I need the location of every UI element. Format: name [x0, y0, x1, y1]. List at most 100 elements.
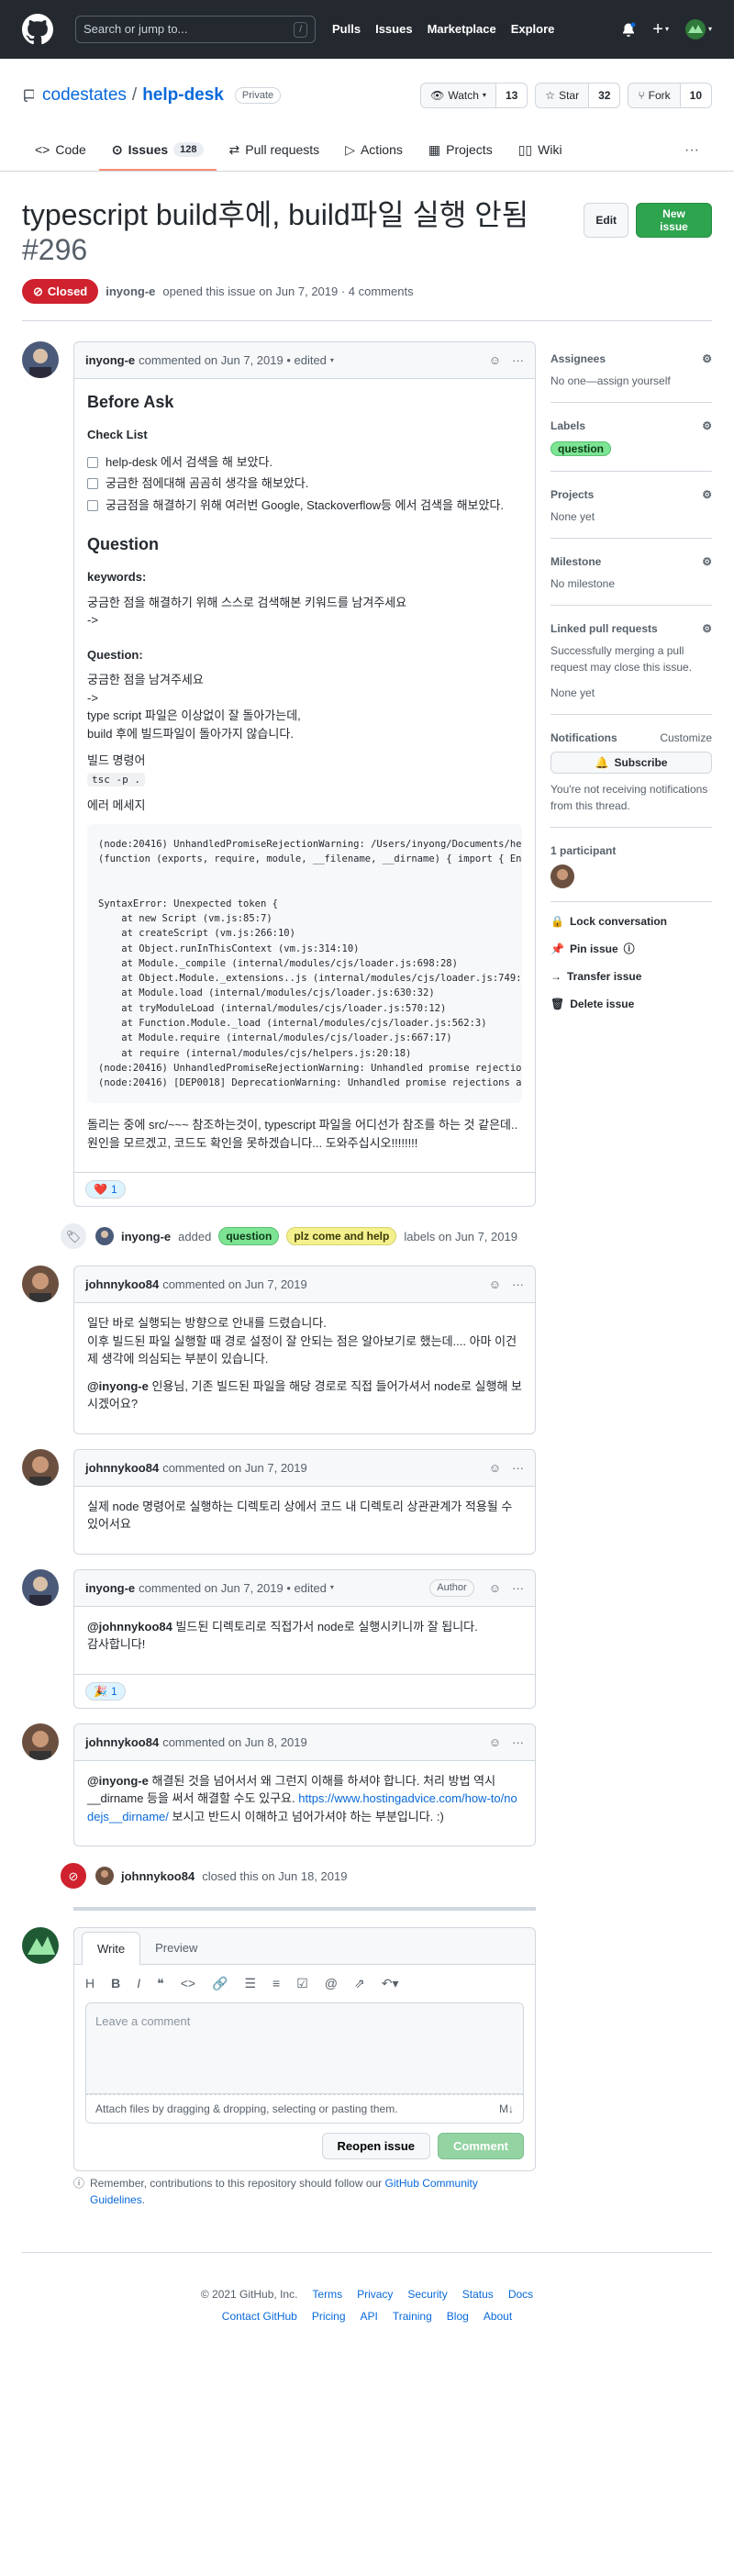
avatar[interactable]	[22, 1568, 59, 1606]
label-help[interactable]: plz come and help	[286, 1227, 397, 1246]
kebab-icon[interactable]: ···	[512, 1579, 524, 1598]
comment-meta[interactable]: commented on Jun 7, 2019 • edited	[139, 351, 327, 370]
footer-link[interactable]: Security	[407, 2286, 447, 2303]
nav-explore[interactable]: Explore	[511, 20, 555, 39]
reopen-issue-button[interactable]: Reopen issue	[321, 2133, 431, 2160]
more-tabs-icon[interactable]: ···	[672, 130, 712, 171]
tab-projects[interactable]: ▦ Projects	[416, 130, 506, 171]
kebab-icon[interactable]: ···	[512, 1734, 524, 1752]
tab-pull-requests[interactable]: ⇄ Pull requests	[217, 130, 333, 171]
gear-icon[interactable]: ⚙	[702, 553, 712, 570]
user-mention[interactable]: @inyong-e	[87, 1379, 149, 1393]
smiley-icon[interactable]: ☺	[489, 1459, 501, 1478]
quote-icon[interactable]: ❝	[157, 1974, 164, 1993]
footer-link[interactable]: About	[484, 2308, 512, 2325]
create-new-icon[interactable]: + ▾	[652, 20, 669, 39]
avatar[interactable]	[95, 1867, 114, 1886]
footer-link[interactable]: Contact GitHub	[222, 2308, 297, 2325]
avatar[interactable]	[22, 341, 59, 379]
comment-author[interactable]: inyong-e	[85, 1579, 135, 1598]
comment-meta[interactable]: commented on Jun 7, 2019	[162, 1276, 307, 1294]
search-input[interactable]: Search or jump to... /	[75, 16, 316, 43]
reaction-heart[interactable]: ❤️ 1	[85, 1180, 126, 1199]
footer-link[interactable]: API	[361, 2308, 378, 2325]
attach-files[interactable]: Attach files by dragging & dropping, sel…	[85, 2094, 524, 2124]
tab-wiki[interactable]: ▯▯ Wiki	[506, 130, 575, 171]
smiley-icon[interactable]: ☺	[489, 351, 501, 370]
italic-icon[interactable]: I	[137, 1974, 140, 1993]
avatar[interactable]	[22, 1927, 59, 1965]
cross-reference-icon[interactable]: ⇗	[354, 1974, 365, 1993]
comment-author[interactable]: inyong-e	[85, 351, 135, 370]
tab-actions[interactable]: ▷ Actions	[332, 130, 416, 171]
footer-link[interactable]: Status	[462, 2286, 494, 2303]
tab-issues[interactable]: ⊙ Issues 128	[98, 130, 217, 171]
user-mention[interactable]: @johnnykoo84	[87, 1620, 172, 1634]
watch-count[interactable]: 13	[495, 84, 528, 107]
smiley-icon[interactable]: ☺	[489, 1734, 501, 1752]
footer-link[interactable]: Blog	[447, 2308, 469, 2325]
assignees-text[interactable]: No one—assign yourself	[550, 373, 712, 389]
comment-meta[interactable]: commented on Jun 7, 2019	[162, 1459, 307, 1478]
bell-icon[interactable]	[621, 22, 636, 37]
fork-button[interactable]: ⑂ Fork 10	[628, 83, 712, 108]
user-mention[interactable]: @inyong-e	[87, 1774, 149, 1788]
transfer-issue[interactable]: → Transfer issue	[550, 963, 712, 990]
footer-link[interactable]: Docs	[508, 2286, 533, 2303]
link-icon[interactable]: 🔗	[212, 1974, 228, 1993]
github-logo-icon[interactable]	[22, 14, 53, 45]
unordered-list-icon[interactable]: ☰	[244, 1974, 256, 1993]
comment-author[interactable]: johnnykoo84	[85, 1459, 159, 1478]
comment-author[interactable]: johnnykoo84	[85, 1734, 159, 1752]
issue-author[interactable]: inyong-e	[106, 283, 155, 301]
footer-link[interactable]: Terms	[312, 2286, 342, 2303]
avatar[interactable]	[95, 1227, 114, 1246]
reaction-hooray[interactable]: 🎉 1	[85, 1681, 126, 1701]
ordered-list-icon[interactable]: ≡	[272, 1974, 280, 1993]
heading-icon[interactable]: H	[85, 1974, 95, 1993]
delete-issue[interactable]: 🗑 Delete issue	[550, 990, 712, 1018]
customize-link[interactable]: Customize	[660, 730, 712, 746]
avatar[interactable]	[22, 1448, 59, 1486]
subscribe-button[interactable]: 🔔 Subscribe	[550, 751, 712, 774]
tab-write[interactable]: Write	[82, 1931, 141, 1966]
avatar[interactable]	[550, 864, 574, 888]
comment-author[interactable]: johnnykoo84	[85, 1276, 159, 1294]
edit-title-button[interactable]: Edit	[584, 203, 629, 238]
code-icon[interactable]: <>	[181, 1974, 195, 1993]
nav-marketplace[interactable]: Marketplace	[428, 20, 496, 39]
label-question[interactable]: question	[550, 441, 611, 457]
label-question[interactable]: question	[218, 1227, 280, 1246]
lock-conversation[interactable]: 🔒 Lock conversation	[550, 908, 712, 935]
footer-link[interactable]: Privacy	[357, 2286, 393, 2303]
task-list-icon[interactable]: ☑	[296, 1974, 308, 1993]
comment-meta[interactable]: commented on Jun 8, 2019	[162, 1734, 307, 1752]
avatar[interactable]	[22, 1266, 59, 1303]
star-button[interactable]: ☆ Star 32	[535, 83, 621, 108]
repo-name-link[interactable]: help-desk	[142, 83, 224, 109]
event-author[interactable]: johnnykoo84	[121, 1868, 195, 1886]
gear-icon[interactable]: ⚙	[702, 620, 712, 637]
watch-button[interactable]: 👁 Watch ▾ 13	[420, 83, 528, 108]
reply-icon[interactable]: ↶▾	[382, 1974, 399, 1993]
comment-button[interactable]: Comment	[438, 2133, 524, 2160]
nav-issues[interactable]: Issues	[375, 20, 412, 39]
star-count[interactable]: 32	[589, 84, 620, 107]
kebab-icon[interactable]: ···	[512, 1276, 524, 1294]
kebab-icon[interactable]: ···	[512, 351, 524, 370]
footer-link[interactable]: Training	[393, 2308, 432, 2325]
smiley-icon[interactable]: ☺	[489, 1276, 501, 1294]
fork-count[interactable]: 10	[680, 84, 711, 107]
gear-icon[interactable]: ⚙	[702, 351, 712, 367]
comment-textarea[interactable]: Leave a comment	[85, 2002, 524, 2095]
tab-code[interactable]: <> Code	[22, 130, 99, 171]
gear-icon[interactable]: ⚙	[702, 418, 712, 434]
event-author[interactable]: inyong-e	[121, 1228, 171, 1246]
gear-icon[interactable]: ⚙	[702, 486, 712, 503]
pin-issue[interactable]: 📌 Pin issue ⓘ	[550, 935, 712, 963]
repo-owner-link[interactable]: codestates	[42, 83, 127, 109]
new-issue-button[interactable]: New issue	[636, 203, 712, 238]
user-menu[interactable]: ▾	[684, 19, 712, 39]
tab-preview[interactable]: Preview	[140, 1932, 212, 1965]
bold-icon[interactable]: B	[111, 1974, 120, 1993]
